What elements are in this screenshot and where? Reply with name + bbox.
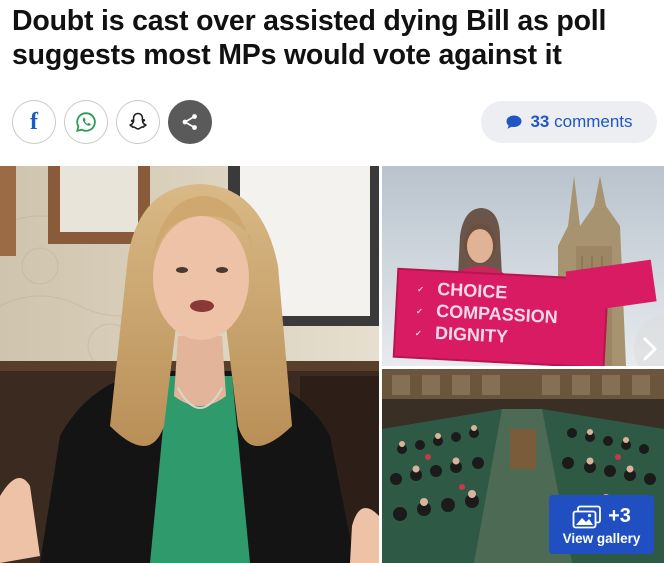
placard-line-1: CHOICE <box>437 279 508 303</box>
facebook-share-button[interactable]: f <box>12 100 56 144</box>
protest-photo[interactable]: ✓ ✓ ✓ CHOICE COMPASSION DIGNITY <box>382 166 664 366</box>
facebook-icon: f <box>30 109 38 135</box>
more-share-button[interactable] <box>168 100 212 144</box>
comments-count: 33 <box>530 112 550 131</box>
whatsapp-icon <box>76 112 96 133</box>
main-photo[interactable] <box>0 166 379 563</box>
comments-label: comments <box>554 112 633 131</box>
chevron-right-icon <box>643 337 657 361</box>
snapchat-icon <box>129 112 147 130</box>
snapchat-share-button[interactable] <box>116 100 160 144</box>
protest-placard-photo: ✓ ✓ ✓ CHOICE COMPASSION DIGNITY <box>382 166 664 366</box>
comments-button[interactable]: 33 comments <box>481 101 657 143</box>
article-headline: Doubt is cast over assisted dying Bill a… <box>12 5 607 71</box>
gallery-icon <box>572 505 601 528</box>
gallery-more-count: +3 <box>608 505 631 527</box>
view-gallery-button[interactable]: +3 View gallery <box>549 495 654 554</box>
whatsapp-share-button[interactable] <box>64 100 108 144</box>
view-gallery-label: View gallery <box>562 530 641 546</box>
speech-bubble-icon <box>506 115 522 129</box>
svg-text:✓: ✓ <box>417 285 424 294</box>
svg-text:✓: ✓ <box>415 329 422 338</box>
woman-speaking-photo <box>0 166 379 563</box>
share-icon <box>182 114 197 130</box>
share-bar: f 33 comments <box>12 100 657 146</box>
svg-text:✓: ✓ <box>416 307 423 316</box>
placard-line-3: DIGNITY <box>435 323 509 347</box>
